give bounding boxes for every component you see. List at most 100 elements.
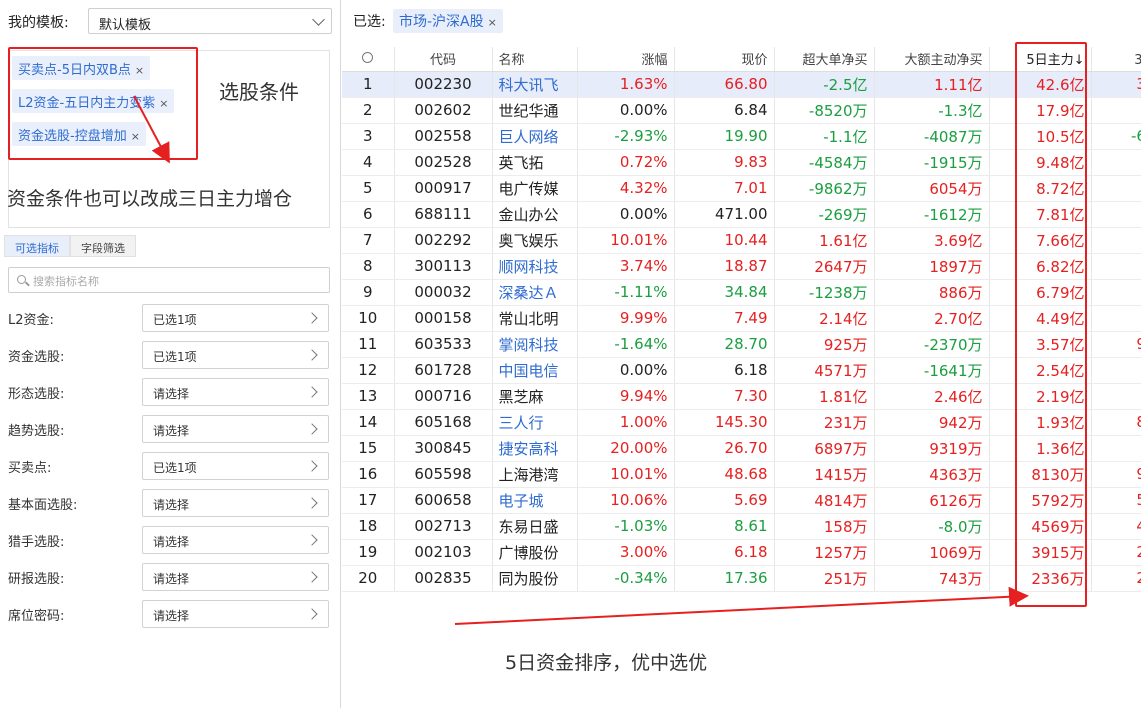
filter-select[interactable]: 已选1项 (142, 341, 329, 369)
template-label: 我的模板: (8, 15, 69, 31)
current-price: 6.18 (674, 539, 775, 566)
col-header-super-large[interactable]: 超大单净买 (774, 47, 875, 72)
large-active-net-buy: -1.3亿 (874, 97, 990, 124)
stock-code: 000032 (394, 279, 493, 306)
3day-main-flow: -68 (1091, 123, 1141, 150)
search-icon (17, 275, 26, 284)
change-percent: 9.94% (577, 383, 675, 410)
3day-main-flow: 21 (1091, 539, 1141, 566)
filter-select[interactable]: 请选择 (142, 563, 329, 591)
3day-main-flow: 4. (1091, 305, 1141, 332)
filter-value: 请选择 (153, 609, 190, 623)
filter-row-trend: 趋势选股: 请选择 (8, 415, 330, 443)
template-select[interactable]: 默认模板 (88, 8, 332, 34)
row-number: 15 (342, 435, 395, 462)
row-number: 13 (342, 383, 395, 410)
change-percent: 20.00% (577, 435, 675, 462)
large-active-net-buy: -4087万 (874, 123, 990, 150)
stock-name: 三人行 (492, 409, 578, 436)
stock-name: 电广传媒 (492, 175, 578, 202)
search-input[interactable]: 搜索指标名称 (8, 267, 330, 293)
filter-value: 已选1项 (153, 350, 197, 364)
current-price: 145.30 (674, 409, 775, 436)
super-large-net-buy: 158万 (774, 513, 875, 540)
change-percent: 3.00% (577, 539, 675, 566)
col-header-price[interactable]: 现价 (674, 47, 775, 72)
3day-main-flow: 56 (1091, 487, 1141, 514)
stock-code: 002602 (394, 97, 493, 124)
large-active-net-buy: -1641万 (874, 357, 990, 384)
super-large-net-buy: 2647万 (774, 253, 875, 280)
super-large-net-buy: 2.14亿 (774, 305, 875, 332)
filter-select[interactable]: 请选择 (142, 526, 329, 554)
filter-select[interactable]: 请选择 (142, 415, 329, 443)
row-number: 12 (342, 357, 395, 384)
large-active-net-buy: 6054万 (874, 175, 990, 202)
tab-indicators[interactable]: 可选指标 (4, 235, 70, 257)
col-header-large-active[interactable]: 大额主动净买 (874, 47, 990, 72)
row-number: 3 (342, 123, 395, 150)
stock-code: 300113 (394, 253, 493, 280)
stock-name: 金山办公 (492, 201, 578, 228)
filter-select[interactable]: 已选1项 (142, 452, 329, 480)
change-percent: 1.63% (577, 71, 675, 98)
stock-name: 上海港湾 (492, 461, 578, 488)
3day-main-flow: 91 (1091, 461, 1141, 488)
super-large-net-buy: 1.81亿 (774, 383, 875, 410)
stock-name: 深桑达Ａ (492, 279, 578, 306)
stock-code: 603533 (394, 331, 493, 358)
stock-code: 601728 (394, 357, 493, 384)
close-icon[interactable]: × (488, 16, 497, 29)
filter-row-trade-point: 买卖点: 已选1项 (8, 452, 330, 480)
gear-icon[interactable] (362, 52, 374, 64)
settings-header[interactable] (342, 47, 395, 72)
change-percent: -1.03% (577, 513, 675, 540)
selected-chip[interactable]: 市场-沪深A股 × (393, 9, 503, 33)
3day-main-flow: 45 (1091, 513, 1141, 540)
col-header-3day[interactable]: 3日 (1091, 47, 1141, 72)
filter-row-l2: L2资金: 已选1项 (8, 304, 330, 332)
change-percent: 3.74% (577, 253, 675, 280)
filter-value: 已选1项 (153, 461, 197, 475)
filter-label: 买卖点: (8, 461, 52, 476)
large-active-net-buy: 2.70亿 (874, 305, 990, 332)
tab-field-filter[interactable]: 字段筛选 (70, 235, 136, 257)
col-header-name[interactable]: 名称 (492, 47, 578, 72)
highlight-box-5day-column (1015, 42, 1087, 607)
filter-select[interactable]: 请选择 (142, 378, 329, 406)
filter-row-seat: 席位密码: 请选择 (8, 600, 330, 628)
filter-value: 请选择 (153, 424, 190, 438)
col-header-code[interactable]: 代码 (394, 47, 493, 72)
row-number: 1 (342, 71, 395, 98)
change-percent: 10.06% (577, 487, 675, 514)
change-percent: 1.00% (577, 409, 675, 436)
chevron-right-icon (306, 497, 318, 509)
super-large-net-buy: -8520万 (774, 97, 875, 124)
left-panel: 我的模板: 默认模板 买卖点-5日内双B点 × L2资金-五日内主力变紫 × 资金选… (0, 0, 341, 708)
filter-select[interactable]: 请选择 (142, 489, 329, 517)
3day-main-flow: 35 (1091, 71, 1141, 98)
stock-code: 000716 (394, 383, 493, 410)
stock-name: 奥飞娱乐 (492, 227, 578, 254)
3day-main-flow: 8. (1091, 175, 1141, 202)
filter-select[interactable]: 已选1项 (142, 304, 329, 332)
stock-name: 广博股份 (492, 539, 578, 566)
filter-select[interactable]: 请选择 (142, 600, 329, 628)
current-price: 19.90 (674, 123, 775, 150)
filter-value: 请选择 (153, 498, 190, 512)
large-active-net-buy: 743万 (874, 565, 990, 592)
super-large-net-buy: -1.1亿 (774, 123, 875, 150)
annotation-sort-note: 5日资金排序，优中选优 (505, 652, 708, 674)
filter-row-pattern: 形态选股: 请选择 (8, 378, 330, 406)
search-placeholder: 搜索指标名称 (33, 275, 99, 288)
stock-code: 605598 (394, 461, 493, 488)
super-large-net-buy: 6897万 (774, 435, 875, 462)
super-large-net-buy: 4814万 (774, 487, 875, 514)
row-number: 19 (342, 539, 395, 566)
col-header-change[interactable]: 涨幅 (577, 47, 675, 72)
filter-row-hunter: 猎手选股: 请选择 (8, 526, 330, 554)
super-large-net-buy: 1415万 (774, 461, 875, 488)
highlight-box-conditions (8, 47, 198, 160)
change-percent: 0.00% (577, 357, 675, 384)
current-price: 28.70 (674, 331, 775, 358)
